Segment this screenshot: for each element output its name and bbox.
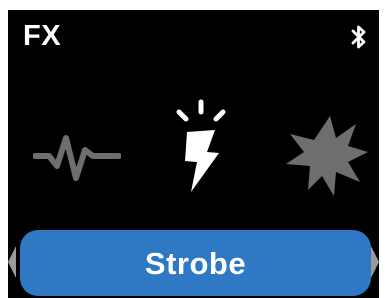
burst-icon[interactable] bbox=[284, 114, 368, 198]
effect-name-label: Strobe bbox=[144, 245, 247, 281]
heartbeat-pulse-icon[interactable] bbox=[33, 128, 121, 184]
chevron-left-icon[interactable] bbox=[8, 242, 16, 282]
effect-select-button[interactable]: Strobe bbox=[20, 230, 371, 296]
bluetooth-icon bbox=[351, 25, 366, 49]
strobe-lightning-icon[interactable] bbox=[165, 98, 237, 194]
chevron-right-icon[interactable] bbox=[371, 242, 379, 282]
page-title: FX bbox=[23, 20, 62, 52]
fx-screen: FX Strobe bbox=[8, 10, 379, 298]
